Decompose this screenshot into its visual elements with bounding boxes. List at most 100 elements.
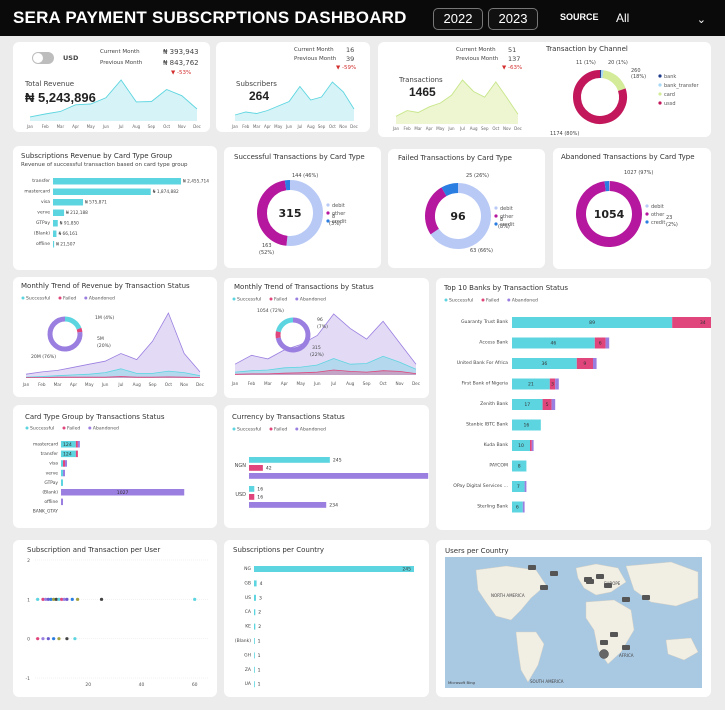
month-tick-label: Apr: [281, 381, 289, 386]
currency-status-card: Currency by Transactions Status Successf…: [224, 405, 429, 528]
category-label: USD: [235, 492, 246, 498]
category-label: UA: [245, 681, 252, 687]
bar-value-label: 17: [524, 402, 530, 408]
bar-value-label: 9: [583, 361, 586, 367]
bar-segment: [75, 441, 78, 448]
legend-dot: [494, 214, 498, 218]
slice-data-label: 1174 (80%): [550, 131, 579, 137]
map-credit: Microsoft Bing: [448, 680, 476, 685]
legend-dot: [658, 83, 662, 87]
bar: [53, 188, 151, 195]
slice-successful: [64, 316, 82, 330]
donut-total: 315: [279, 207, 302, 220]
month-tick-label: Jul: [118, 124, 124, 129]
top-banks-chart: Successful Failed Abandoned Guaranty Trust …: [444, 298, 711, 513]
bar-segment: [63, 469, 65, 477]
scatter-point: [99, 597, 104, 601]
revenue-kpi-card: USD Current Month Previous Month ₦ 393,9…: [13, 42, 210, 132]
bar-value-label: ₦ 66,161: [58, 231, 77, 237]
bar-value-label: ₦ 91,850: [60, 221, 79, 227]
scatter-point: [65, 597, 69, 601]
slice-data-label: 11 (1%): [576, 60, 596, 66]
slice-data-label: 1M (4%): [95, 315, 114, 321]
legend-dot: [58, 296, 62, 300]
subs-per-country-chart: NG 245 GB 4 US 3 CA 2 KE 2 (Blank) 1 GH 1 ZA 1 UA 1: [235, 566, 414, 688]
legend-label: credit: [651, 220, 665, 226]
month-tick-label: May: [85, 382, 94, 387]
bar: [254, 623, 256, 630]
subs-per-user-chart: 2 1 0 -1 20 40 60: [26, 558, 208, 688]
y-tick-label: 0: [27, 637, 30, 643]
month-tick-label: Oct: [165, 382, 173, 387]
legend-dot: [645, 220, 649, 224]
slice-data-label: 8: [332, 214, 335, 220]
bar-value-label: 245: [402, 567, 411, 573]
map-region-label: SOUTH AMERICA: [530, 679, 564, 684]
source-value: All: [616, 11, 630, 25]
legend-dot: [658, 92, 662, 96]
users-map[interactable]: NORTH AMERICAEUROPEAFRICASOUTH AMERICAMi…: [436, 540, 711, 697]
map-marker: [586, 579, 594, 584]
month-tick-label: Apr: [72, 124, 79, 129]
legend-label: Abandoned: [512, 298, 538, 304]
legend-label: Failed: [67, 426, 80, 432]
month-tick-label: Dec: [412, 381, 421, 386]
legend-label: debit: [651, 204, 664, 210]
month-tick-label: Aug: [132, 124, 140, 129]
category-label: First Bank of Nigeria: [462, 381, 509, 387]
bar: [249, 465, 263, 471]
slice-data-label: 1027 (97%): [624, 170, 653, 176]
slice-data-label: 1054 (72%): [257, 308, 284, 314]
bar-value-label: 124: [63, 442, 72, 448]
month-tick-label: Jun: [101, 382, 109, 387]
bar-value-label: ₦ 21,507: [56, 242, 75, 248]
month-tick-label: Jul: [330, 381, 336, 386]
bar-segment: [522, 501, 525, 513]
category-label: visa: [49, 461, 58, 467]
category-label: transfer: [41, 451, 59, 457]
legend-dot: [658, 74, 662, 78]
category-label: PAYCOM: [489, 463, 508, 469]
bar-segment: [605, 337, 610, 349]
category-label: (Blank): [235, 638, 251, 644]
scatter-point: [75, 597, 80, 601]
month-tick-label: Jan: [22, 382, 30, 387]
bar: [249, 457, 330, 463]
bar: [53, 220, 58, 227]
month-tick-label: Mar: [57, 124, 65, 129]
x-tick-label: 60: [192, 682, 198, 688]
month-tick-label: Nov: [339, 124, 347, 129]
category-label: Kuda Bank: [484, 442, 509, 448]
month-tick-label: Mar: [253, 124, 261, 129]
legend-dot: [481, 298, 485, 302]
revenue-trend-status-card: Monthly Trend of Revenue by Transaction …: [13, 277, 217, 397]
bar-value-label: 34: [700, 320, 706, 326]
slice-data-label: 144 (46%): [292, 173, 318, 179]
bar-value-label: 245: [333, 458, 342, 464]
category-label: verve: [37, 210, 50, 216]
legend-label: debit: [500, 206, 513, 212]
abandoned-by-card-chart: 1054 debit other credit 1027 (97%) 23(2%): [576, 170, 678, 247]
bar-segment: [555, 378, 559, 390]
legend-dot: [326, 203, 330, 207]
bar-value-label: 7: [517, 484, 520, 490]
month-tick-label: Sep: [149, 382, 157, 387]
month-tick-label: Aug: [346, 381, 355, 386]
source-dropdown[interactable]: All ⌄: [608, 7, 712, 29]
successful-by-card-card: Successful Transactions by Card Type 315…: [224, 147, 381, 268]
month-tick-label: Feb: [248, 381, 256, 386]
legend-dot: [326, 211, 330, 215]
legend-dot: [232, 427, 236, 431]
category-label: offline: [36, 241, 50, 247]
month-tick-label: Feb: [42, 124, 50, 129]
transactions-trend-status-chart: Jan Feb Mar Apr May Jun Jul Aug Sep Oct Nov Dec Succ…: [231, 297, 421, 386]
legend-dot: [444, 298, 448, 302]
slice-data-label: (52%): [259, 250, 274, 256]
bar: [254, 666, 255, 673]
revenue-trend-status-chart: Jan Feb Mar Apr May Jun Jul Aug Sep Oct Nov Dec Succ…: [21, 296, 205, 387]
year-2023-button[interactable]: 2023: [488, 8, 538, 30]
sparkline-area: [235, 82, 354, 121]
dashboard-title: SERA PAYMENT SUBSCRPTIONS DASHBOARD: [13, 8, 407, 27]
y-tick-label: 1: [27, 597, 30, 603]
year-2022-button[interactable]: 2022: [433, 8, 483, 30]
